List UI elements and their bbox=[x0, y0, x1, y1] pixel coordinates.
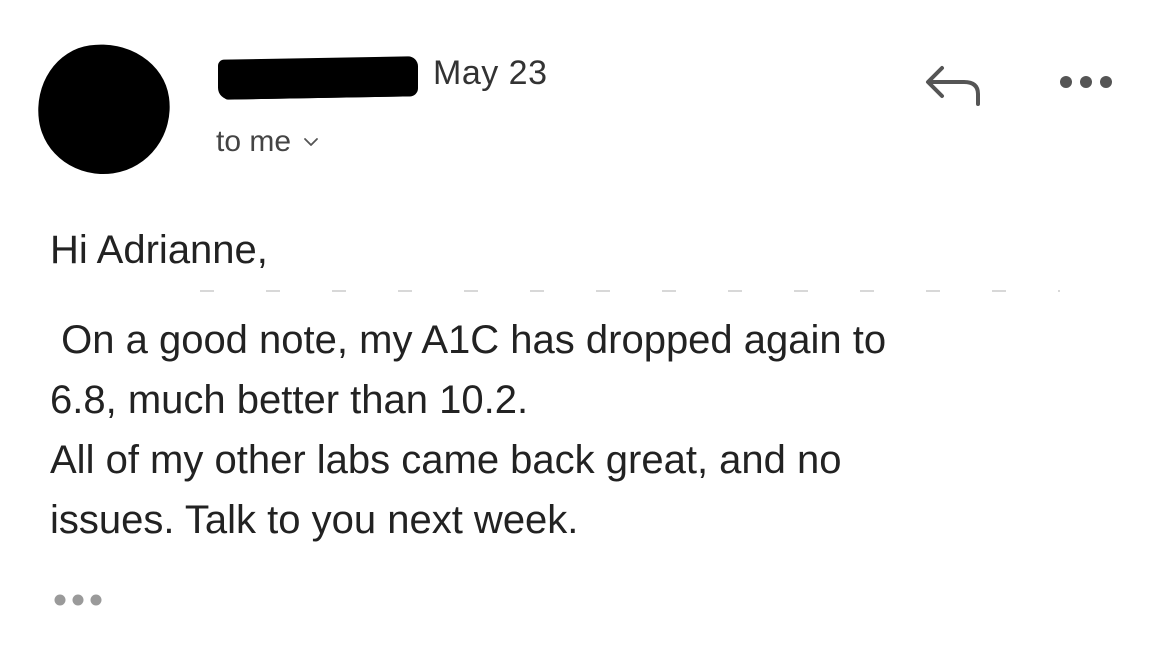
sender-avatar-redacted bbox=[29, 35, 179, 183]
more-options-icon[interactable] bbox=[1058, 70, 1114, 94]
recipient-details-toggle[interactable]: to me bbox=[216, 125, 319, 159]
body-line: issues. Talk to you next week. bbox=[50, 498, 579, 542]
faint-text-artifact bbox=[200, 290, 1060, 292]
email-body: On a good note, my A1C has dropped again… bbox=[50, 310, 1150, 550]
ellipsis-icon[interactable] bbox=[52, 590, 108, 610]
chevron-down-icon bbox=[304, 138, 318, 146]
recipient-label: to me bbox=[216, 125, 292, 158]
email-greeting: Hi Adrianne, bbox=[50, 228, 268, 272]
reply-icon[interactable] bbox=[922, 60, 986, 108]
sender-name-redacted bbox=[218, 56, 418, 100]
email-date: May 23 bbox=[433, 54, 548, 92]
body-line: 6.8, much better than 10.2. bbox=[50, 378, 529, 422]
body-line: On a good note, my A1C has dropped again… bbox=[50, 318, 887, 362]
body-line: All of my other labs came back great, an… bbox=[50, 438, 842, 482]
